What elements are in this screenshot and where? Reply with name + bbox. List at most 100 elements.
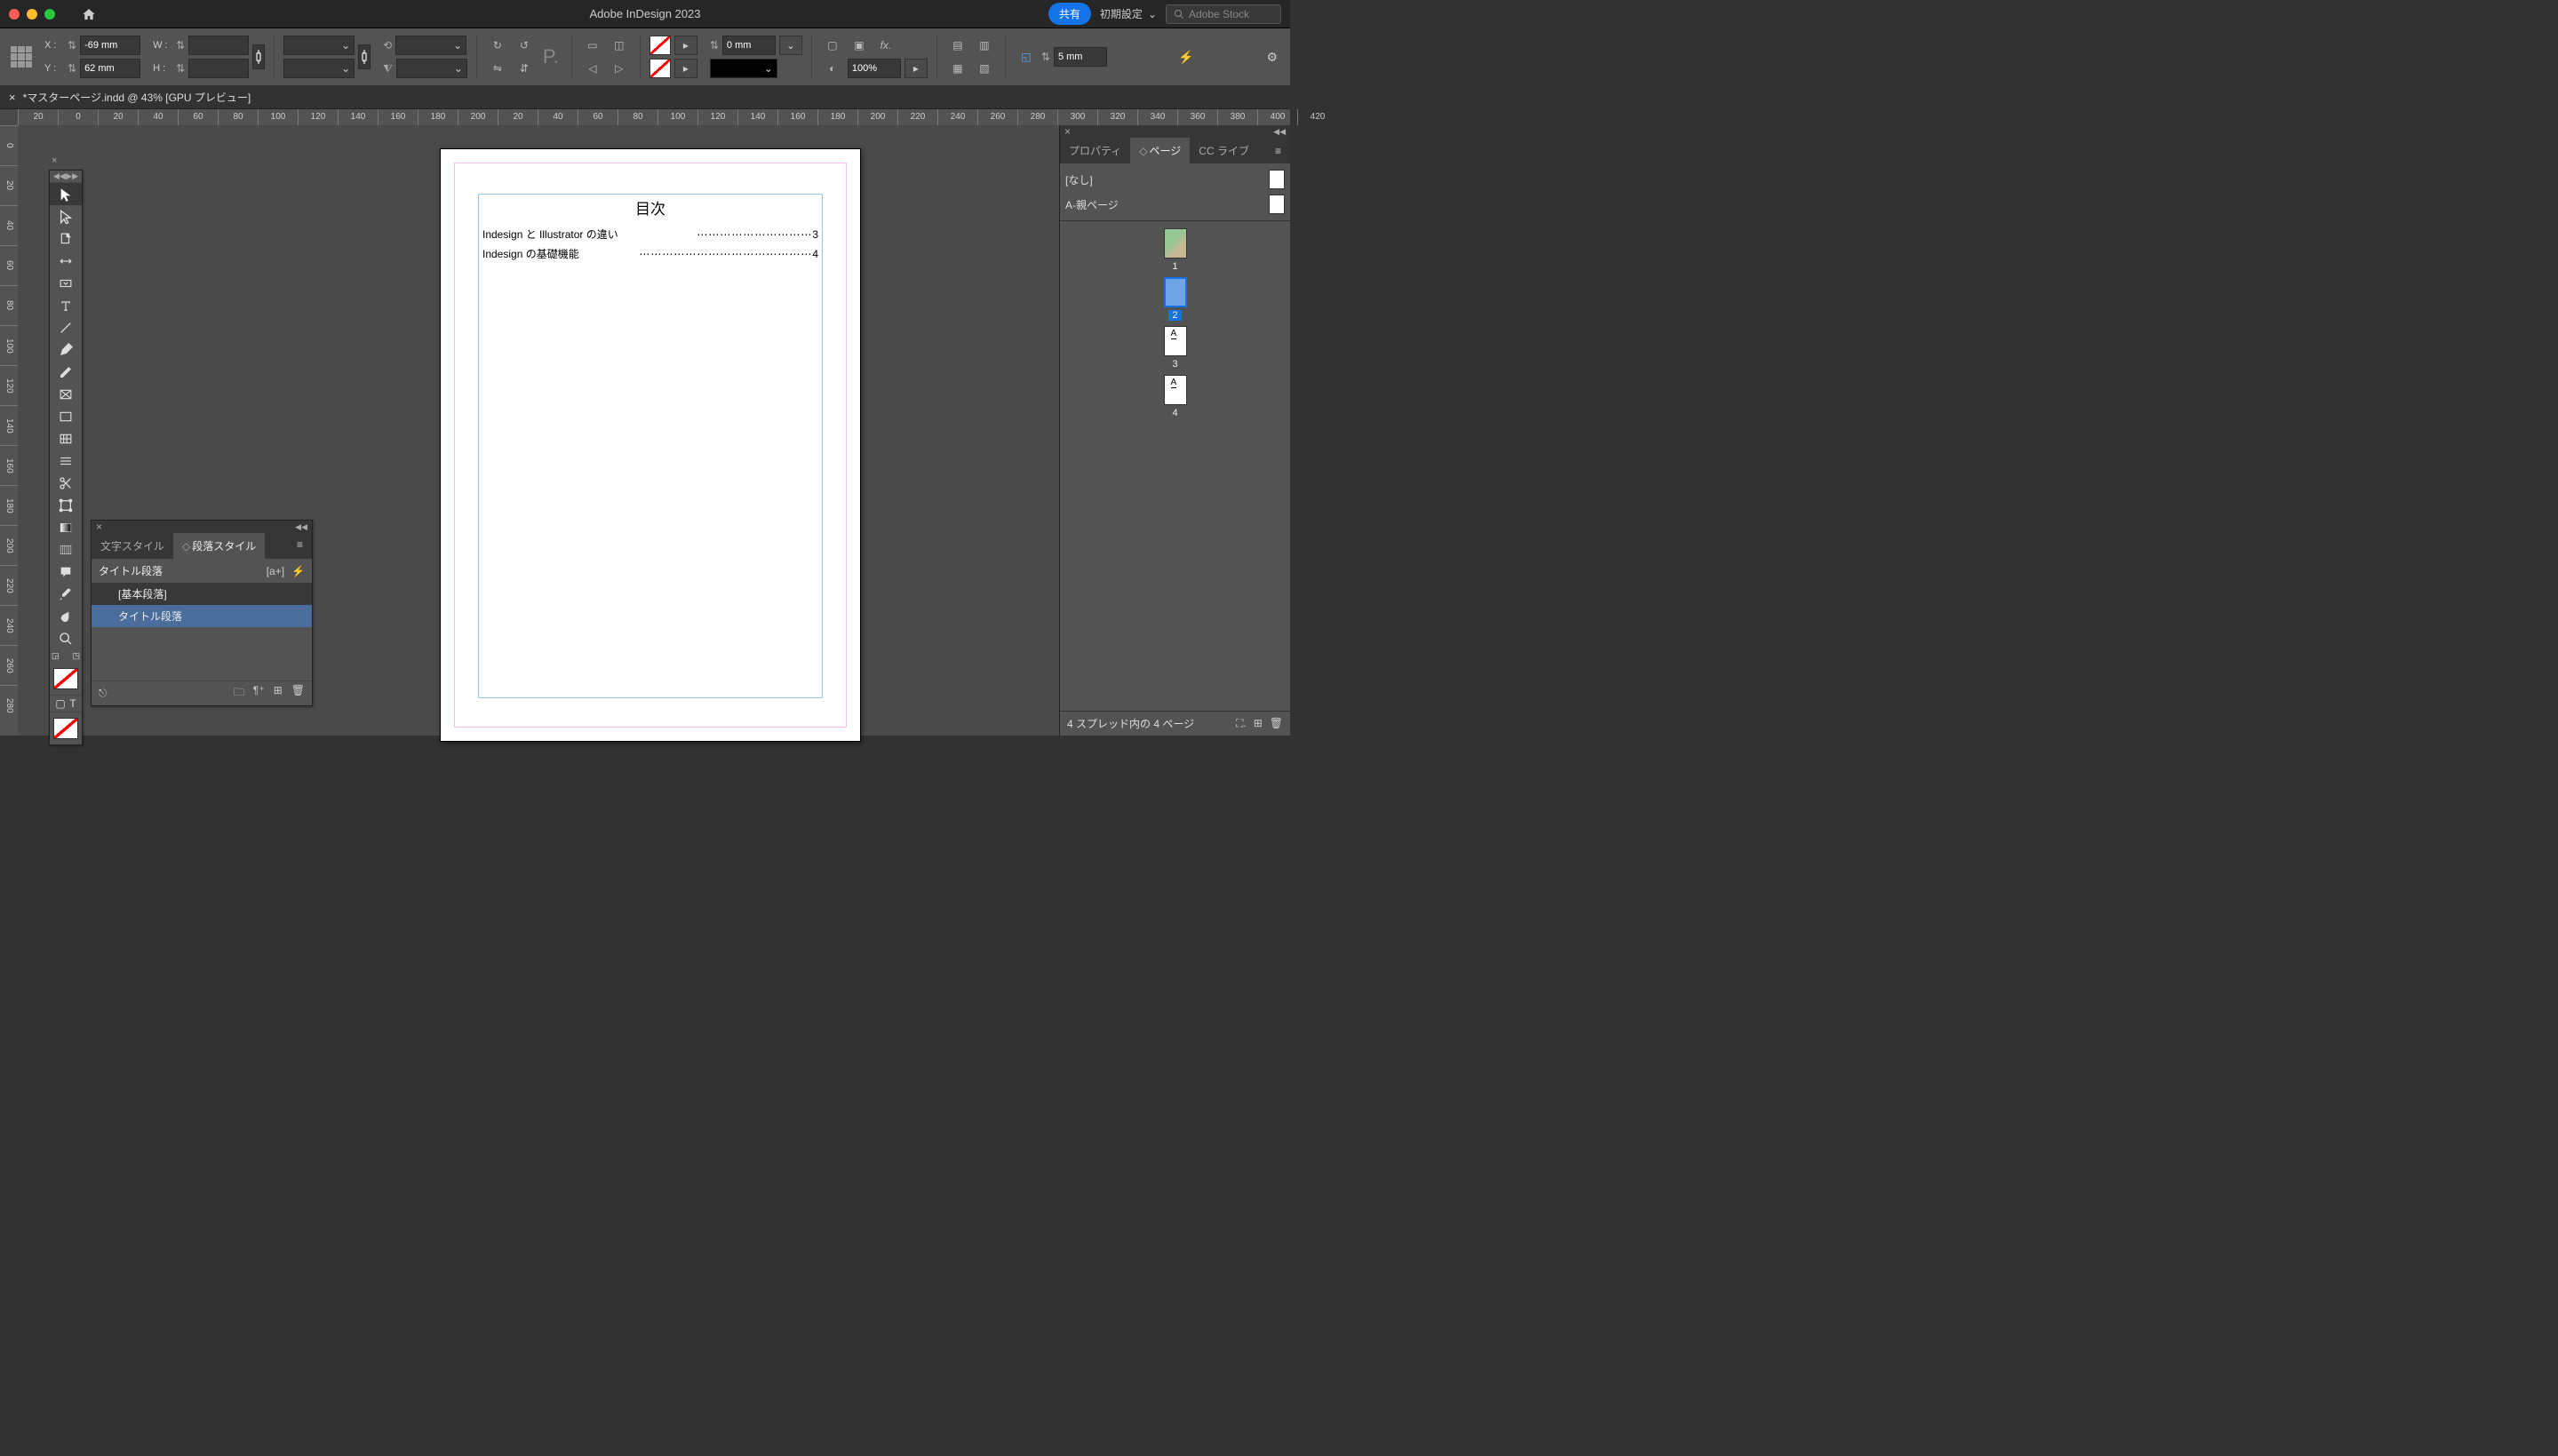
pen-tool[interactable] — [50, 338, 82, 361]
new-style-icon[interactable]: ⊞ — [274, 684, 283, 703]
master-a-row[interactable]: A-親ページ — [1065, 192, 1285, 217]
tab-close-icon[interactable]: × — [9, 91, 16, 104]
text-format-icon[interactable]: T — [69, 697, 76, 710]
folder-icon[interactable]: 🗀 — [234, 684, 244, 703]
master-none-thumb[interactable] — [1269, 170, 1285, 189]
text-wrap-none-icon[interactable]: ▤ — [946, 36, 969, 55]
toc-text-frame[interactable]: 目次 Indesign と Illustrator の違い ⋯⋯⋯⋯⋯⋯⋯⋯⋯⋯… — [478, 194, 823, 698]
expand-icon[interactable]: ▶▶ — [66, 171, 78, 181]
page-spread[interactable]: 目次 Indesign と Illustrator の違い ⋯⋯⋯⋯⋯⋯⋯⋯⋯⋯… — [440, 148, 861, 742]
home-icon[interactable] — [82, 7, 96, 21]
tool-panel-close-icon[interactable]: × — [52, 155, 57, 166]
w-input[interactable] — [188, 36, 249, 55]
corner-options-icon[interactable]: ◱ — [1015, 47, 1038, 67]
stroke-style-dropdown[interactable]: ⌄ — [710, 59, 777, 78]
stroke-swatch[interactable] — [649, 59, 671, 78]
new-page-icon[interactable]: ⊞ — [1254, 717, 1263, 730]
collapse-icon[interactable]: ◀◀ — [53, 171, 66, 181]
scissors-tool[interactable] — [50, 472, 82, 494]
fill-color-swatch[interactable] — [53, 668, 78, 689]
page-thumb-image[interactable] — [1164, 277, 1187, 307]
text-wrap-next-icon[interactable]: ▧ — [973, 59, 996, 78]
horizontal-grid-tool[interactable] — [50, 450, 82, 472]
panel-collapse-icon[interactable]: ◀◀ — [1273, 127, 1286, 137]
stepper-icon[interactable]: ⇅ — [68, 39, 76, 52]
text-wrap-around-icon[interactable]: ▥ — [973, 36, 996, 55]
flip-v-icon[interactable]: ⇵ — [513, 59, 536, 78]
vertical-ruler[interactable]: 020406080100120140160180200220240260280 — [0, 125, 18, 736]
direct-selection-tool[interactable] — [50, 205, 82, 227]
panel-drag-bar[interactable]: × ◀◀ — [92, 521, 312, 533]
page-thumb-2[interactable]: 2 — [1164, 277, 1187, 321]
y-input[interactable] — [80, 59, 140, 78]
fx-icon[interactable]: fx. — [874, 36, 897, 55]
stroke-weight-input[interactable] — [722, 36, 776, 55]
link-cc-icon[interactable]: ⎋ — [99, 687, 108, 700]
gradient-swatch-tool[interactable] — [50, 516, 82, 538]
control-bar-settings-icon[interactable]: ⚙ — [1266, 50, 1278, 65]
stepper-icon[interactable]: ⇅ — [176, 62, 185, 75]
select-container-icon[interactable]: ▭ — [581, 36, 604, 55]
pencil-tool[interactable] — [50, 361, 82, 383]
type-tool[interactable] — [50, 294, 82, 316]
control-bar-flash-icon[interactable]: ⚡ — [1178, 50, 1193, 65]
window-maximize-button[interactable] — [44, 9, 55, 20]
tab-cc-libraries[interactable]: CC ライブ — [1190, 138, 1258, 163]
style-list-item-basic[interactable]: [基本段落] — [92, 583, 312, 605]
page-thumb-3[interactable]: A 3 — [1164, 326, 1187, 370]
text-wrap-jump-icon[interactable]: ▦ — [946, 59, 969, 78]
adobe-stock-search[interactable]: Adobe Stock — [1166, 4, 1281, 24]
panel-close-icon[interactable]: × — [1064, 125, 1071, 138]
drop-shadow-icon[interactable]: ▣ — [848, 36, 871, 55]
opacity-input[interactable] — [848, 59, 901, 78]
scale-x-dropdown[interactable]: ⌄ — [283, 36, 355, 55]
shear-dropdown[interactable]: ⌄ — [396, 59, 467, 78]
opacity-dropdown[interactable]: ▸ — [904, 59, 928, 78]
canvas[interactable]: 目次 Indesign と Illustrator の違い ⋯⋯⋯⋯⋯⋯⋯⋯⋯⋯… — [18, 125, 1290, 736]
h-input[interactable] — [188, 59, 249, 78]
rectangle-frame-tool[interactable] — [50, 383, 82, 405]
delete-style-icon[interactable]: 🗑 — [291, 684, 305, 703]
stepper-icon[interactable]: ⇅ — [68, 62, 76, 75]
new-group-from-style-icon[interactable]: [a+] — [267, 565, 284, 577]
clear-overrides-icon[interactable]: ⚡ — [291, 565, 305, 577]
rotate-cw-icon[interactable]: ↻ — [486, 36, 509, 55]
tab-properties[interactable]: プロパティ — [1060, 138, 1130, 163]
select-next-icon[interactable]: ▷ — [608, 59, 631, 78]
page-thumb-image[interactable]: A — [1164, 375, 1187, 405]
page-thumb-4[interactable]: A 4 — [1164, 375, 1187, 418]
opacity-mode-icon[interactable]: ◐ — [821, 59, 844, 78]
panel-shelf-header[interactable]: × ◀◀ — [1060, 125, 1290, 138]
x-input[interactable] — [80, 36, 140, 55]
delete-page-icon[interactable]: 🗑 — [1270, 717, 1283, 730]
panel-menu-icon[interactable]: ≡ — [1266, 139, 1290, 163]
zoom-tool[interactable] — [50, 627, 82, 649]
page-thumb-image[interactable] — [1164, 228, 1187, 259]
free-transform-tool[interactable] — [50, 494, 82, 516]
stroke-weight-dropdown[interactable]: ⌄ — [779, 36, 802, 55]
panel-collapse-icon[interactable]: ◀◀ — [295, 522, 307, 532]
tab-char-styles[interactable]: 文字スタイル — [92, 533, 173, 559]
stepper-icon[interactable]: ⇅ — [710, 39, 719, 52]
eyedropper-tool[interactable] — [50, 583, 82, 605]
rotation-dropdown[interactable]: ⌄ — [395, 36, 466, 55]
selection-tool[interactable] — [50, 183, 82, 205]
page-tool[interactable] — [50, 227, 82, 250]
page-thumb-image[interactable]: A — [1164, 326, 1187, 356]
stepper-icon[interactable]: ⇅ — [176, 39, 185, 52]
no-effect-icon[interactable]: ▢ — [821, 36, 844, 55]
reference-point-grid[interactable] — [11, 46, 32, 68]
master-none-row[interactable]: [なし] — [1065, 167, 1285, 192]
stepper-icon[interactable]: ⇅ — [1041, 51, 1050, 63]
select-prev-icon[interactable]: ◁ — [581, 59, 604, 78]
hand-tool[interactable] — [50, 605, 82, 627]
style-list-item-title[interactable]: タイトル段落 — [92, 605, 312, 627]
edit-page-size-icon[interactable]: ⛶. — [1236, 717, 1247, 730]
corner-radius-input[interactable] — [1054, 47, 1107, 67]
workspace-switcher[interactable]: 初期設定 ⌄ — [1100, 6, 1157, 21]
content-collector-tool[interactable] — [50, 272, 82, 294]
constrain-scale-link-icon[interactable] — [358, 44, 371, 69]
flip-h-icon[interactable]: ⇋ — [486, 59, 509, 78]
fill-swatch[interactable] — [649, 36, 671, 55]
tab-para-styles[interactable]: ◇段落スタイル — [173, 533, 265, 559]
